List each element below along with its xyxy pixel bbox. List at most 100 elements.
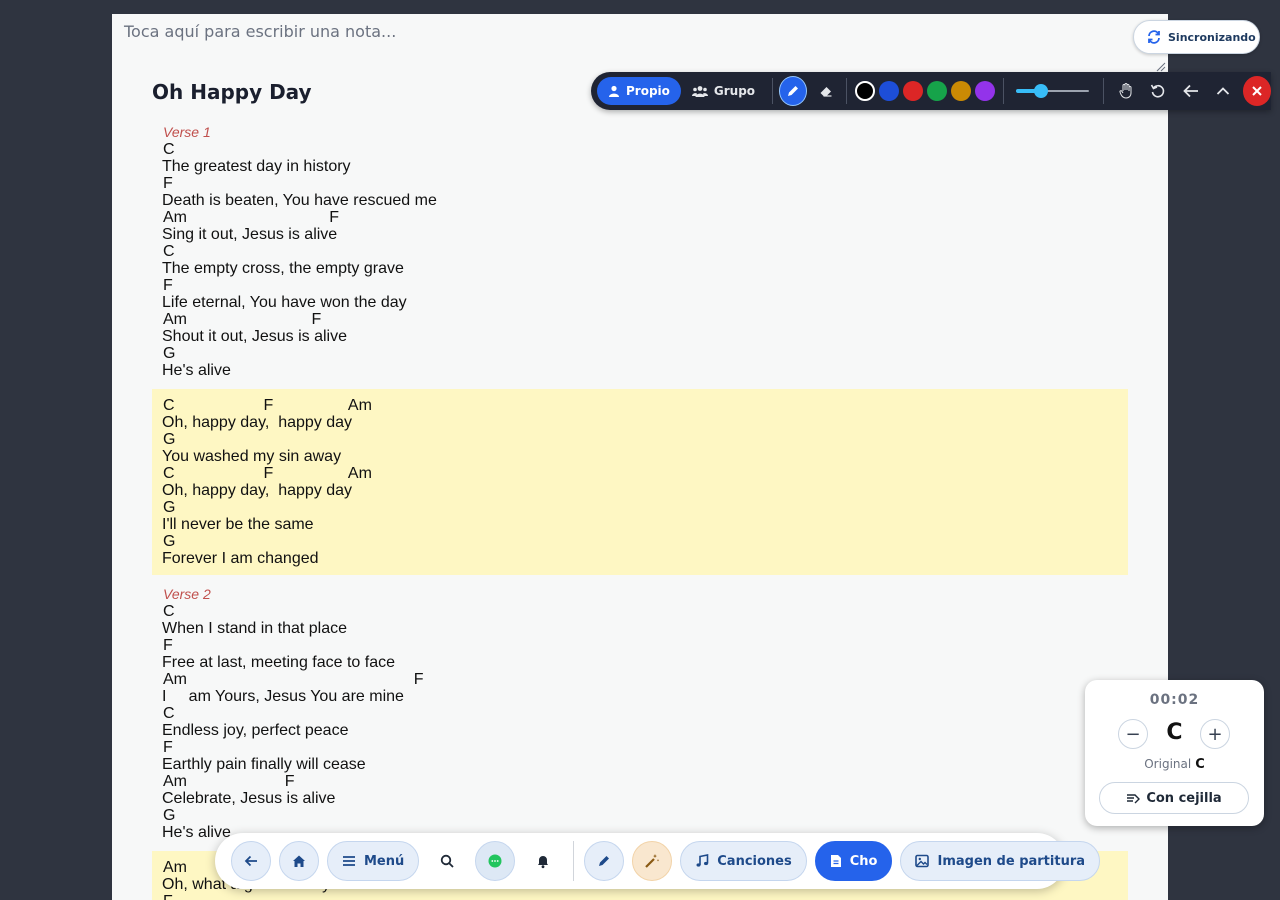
resize-grip-icon[interactable] — [1156, 62, 1166, 72]
users-icon — [691, 86, 708, 97]
song-sheet: Verse 1 C The greatest day in history F Deat… — [152, 121, 1128, 900]
undo-button[interactable] — [1142, 76, 1174, 106]
transpose-up-button[interactable]: + — [1200, 719, 1230, 749]
chord-lyric-pair: F — [162, 893, 1118, 900]
chord-line[interactable]: F — [162, 277, 1118, 294]
chevron-up-icon — [1216, 87, 1229, 95]
chord-line[interactable]: F — [162, 175, 1118, 192]
toolbar-divider — [1103, 78, 1105, 104]
search-button[interactable] — [427, 841, 467, 881]
group-layer-button[interactable]: Grupo — [681, 77, 766, 105]
chord-line[interactable]: G — [162, 431, 1118, 448]
lyric-line: You washed my sin away — [162, 448, 342, 465]
menu-button[interactable]: Menú — [327, 841, 420, 881]
capo-label: Con cejilla — [1146, 790, 1222, 806]
chord-line[interactable]: Am F — [162, 671, 1118, 688]
color-swatch[interactable] — [902, 81, 923, 101]
original-key-row: Original C — [1085, 757, 1264, 772]
document-icon — [830, 855, 841, 867]
lyric-line: He's alive — [162, 362, 231, 379]
drawing-toolbar: Propio Grupo — [591, 72, 1271, 110]
notifications-button[interactable] — [523, 841, 563, 881]
chord-lyric-pair: Am FI am Yours, Jesus You are mine — [162, 671, 1118, 705]
draw-button[interactable] — [584, 841, 625, 881]
chat-button[interactable] — [475, 841, 516, 881]
transpose-panel: 00:02 − C + Original C Con cejilla — [1085, 680, 1264, 826]
user-icon — [609, 85, 619, 97]
chord-line[interactable]: C F Am — [162, 465, 1118, 482]
sync-icon — [1148, 30, 1160, 44]
color-swatch[interactable] — [854, 81, 875, 101]
lyric-line: Sing it out, Jesus is alive — [162, 226, 338, 243]
chord-line[interactable]: G — [162, 345, 1118, 362]
home-button[interactable] — [279, 841, 319, 881]
songs-button[interactable]: Canciones — [680, 841, 807, 881]
chord-line[interactable]: C — [162, 141, 1118, 158]
back-button[interactable] — [1174, 76, 1206, 106]
undo-icon — [1151, 84, 1165, 98]
arrow-left-icon — [1182, 84, 1198, 98]
chord-line[interactable]: G — [162, 499, 1118, 516]
chord-line[interactable]: Am F — [162, 209, 1118, 226]
eraser-icon — [820, 87, 832, 97]
chord-lyric-pair: G I'll never be the same — [162, 499, 1118, 533]
lyric-line: Shout it out, Jesus is alive — [162, 328, 347, 345]
chord-line[interactable]: G — [162, 533, 1118, 550]
chord-lyric-pair: Am F Sing it out, Jesus is alive — [162, 209, 1118, 243]
lyric-line: Earthly pain finally will cease — [162, 756, 366, 773]
search-icon — [441, 854, 454, 868]
lyric-line: Free at last, meeting face to face — [162, 654, 396, 671]
note-input[interactable] — [112, 14, 1168, 72]
eraser-tool-button[interactable] — [811, 76, 839, 106]
chord-lyric-pair: F Earthly pain finally will cease — [162, 739, 1118, 773]
pan-tool-button[interactable] — [1110, 76, 1142, 106]
chord-lyric-pair: F Free at last, meeting face to face — [162, 637, 1118, 671]
song-title: Oh Happy Day — [152, 80, 312, 104]
collapse-toolbar-button[interactable] — [1207, 76, 1239, 106]
slider-thumb[interactable] — [1034, 84, 1049, 98]
chord-lyric-pair: C F Am Oh, happy day, happy day — [162, 397, 1118, 431]
chord-lyric-pair: Am F Shout it out, Jesus is alive — [162, 311, 1118, 345]
chord-line[interactable]: Am F — [162, 773, 1118, 790]
hand-icon — [1119, 83, 1132, 99]
chord-line[interactable]: F — [162, 739, 1118, 756]
color-swatch[interactable] — [974, 81, 995, 101]
lyric-line: When I stand in that place — [162, 620, 347, 637]
chord-line[interactable]: F — [162, 637, 1118, 654]
lyric-line: Endless joy, perfect peace — [162, 722, 349, 739]
close-toolbar-button[interactable] — [1242, 76, 1271, 106]
chord-line[interactable]: C — [162, 603, 1118, 620]
sheet-image-label: Imagen de partitura — [937, 853, 1086, 869]
color-swatch[interactable] — [926, 81, 947, 101]
home-icon — [293, 855, 305, 867]
pen-tool-button[interactable] — [779, 76, 808, 106]
chord-line[interactable]: C — [162, 243, 1118, 260]
group-layer-label: Grupo — [713, 84, 756, 98]
original-key-value: C — [1195, 757, 1205, 772]
stroke-width-slider[interactable] — [1015, 81, 1090, 101]
sync-label: Sincronizando — [1168, 30, 1256, 44]
chord-lyric-pair: G You washed my sin away — [162, 431, 1118, 465]
magic-wand-icon — [645, 854, 660, 868]
lyric-line: Oh, happy day, happy day — [162, 414, 353, 431]
color-swatch[interactable] — [878, 81, 899, 101]
own-layer-button[interactable]: Propio — [597, 77, 681, 105]
bottom-navigation: Menú Canciones Cho Imagen de partitura — [215, 833, 1101, 889]
chord-line[interactable]: Am F — [162, 311, 1118, 328]
chord-line[interactable]: C — [162, 705, 1118, 722]
current-key: C — [1166, 720, 1183, 745]
capo-button[interactable]: Con cejilla — [1099, 782, 1249, 814]
chord-line[interactable]: G — [162, 807, 1118, 824]
notes-page: Oh Happy Day Verse 1CThe greatest day in… — [112, 14, 1168, 900]
magic-button[interactable] — [632, 841, 673, 881]
back-nav-button[interactable] — [231, 841, 271, 881]
color-swatch[interactable] — [950, 81, 971, 101]
pen-icon — [788, 86, 799, 96]
lyric-line: Forever I am changed — [162, 550, 319, 567]
chord-line[interactable]: F — [162, 893, 1118, 900]
chord-line[interactable]: C F Am — [162, 397, 1118, 414]
cho-label: Cho — [849, 853, 878, 869]
chord-lyric-pair: F Life eternal, You have won the day — [162, 277, 1118, 311]
cho-button[interactable]: Cho — [814, 841, 893, 881]
sheet-image-button[interactable]: Imagen de partitura — [900, 841, 1101, 881]
